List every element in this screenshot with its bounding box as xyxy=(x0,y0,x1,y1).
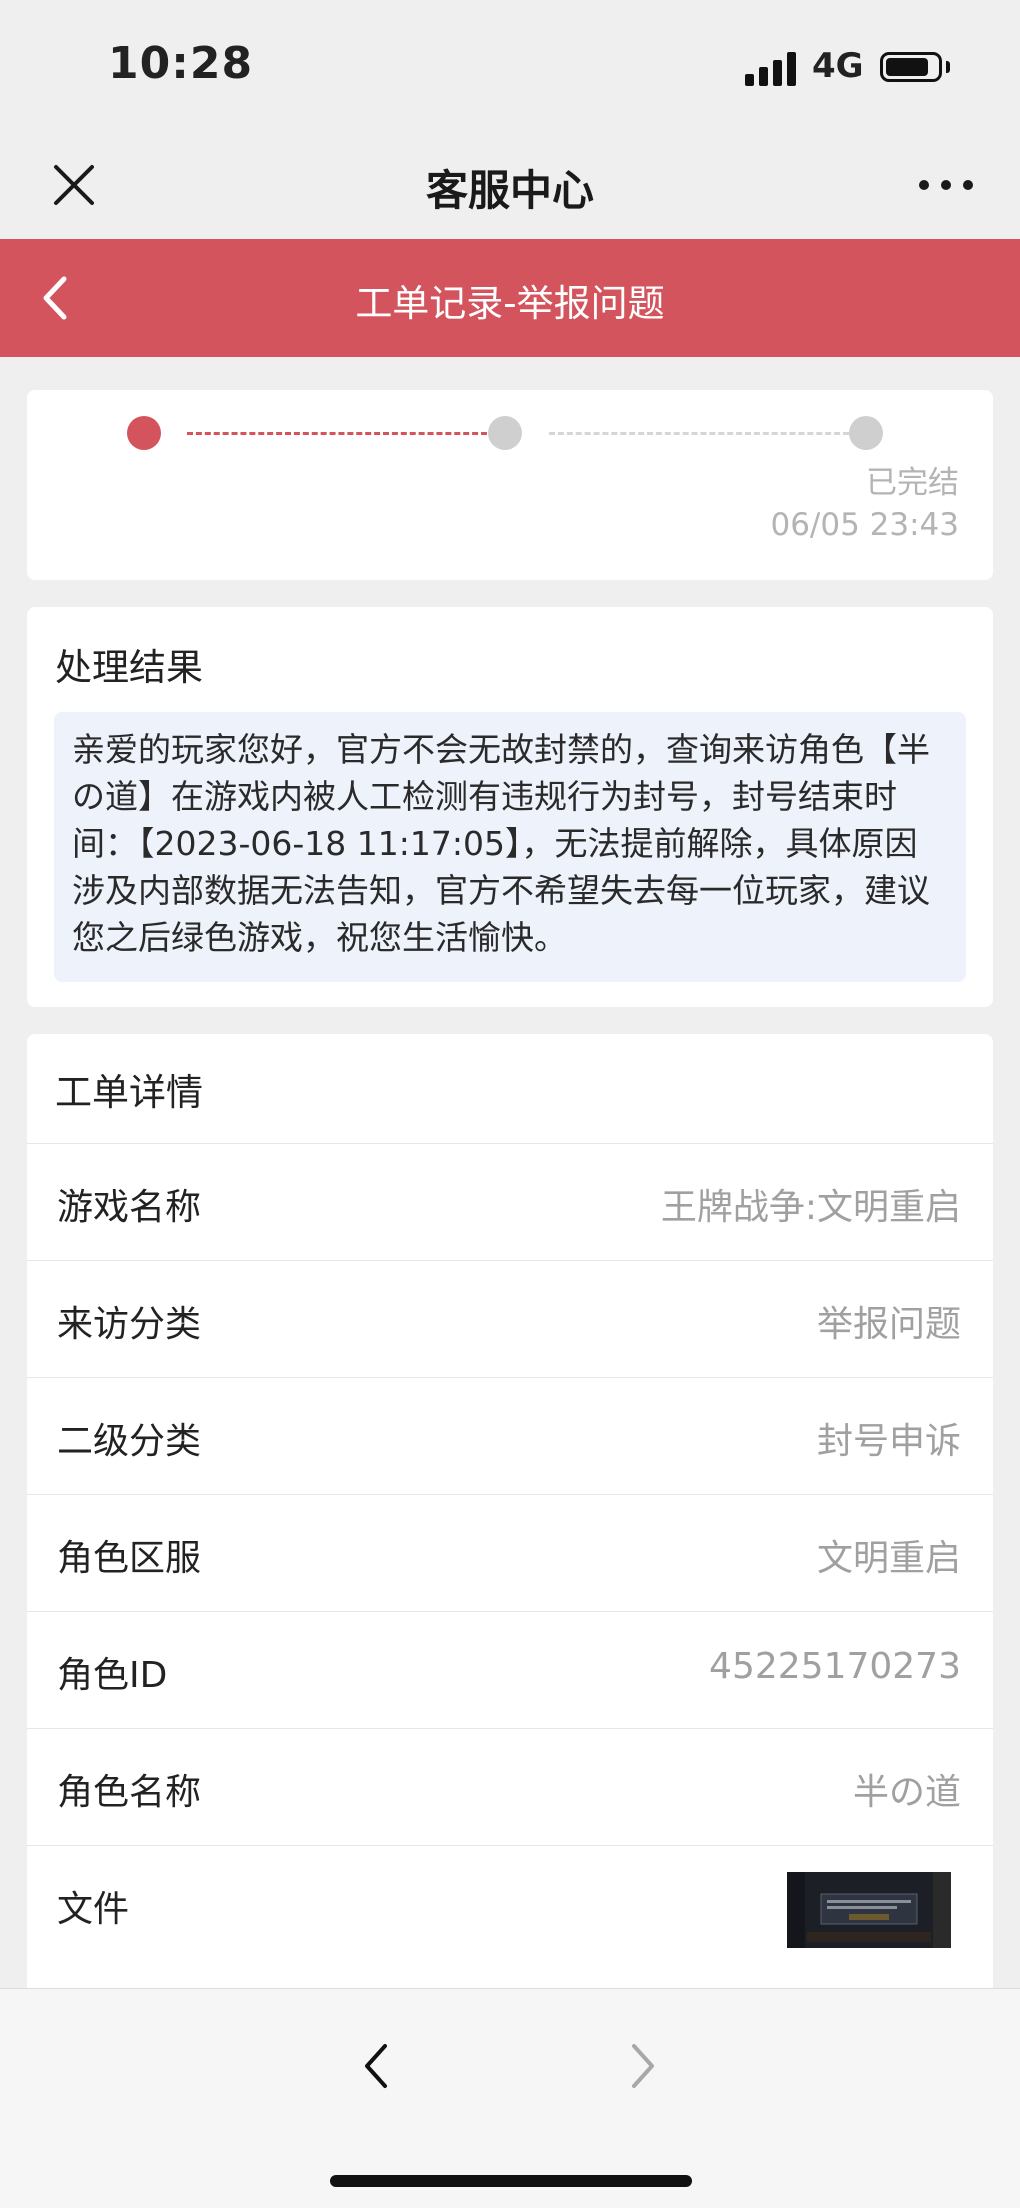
progress-card: 已完结 06/05 23:43 xyxy=(27,390,993,580)
detail-row-server: 角色区服 文明重启 xyxy=(27,1494,993,1611)
progress-line-2 xyxy=(549,432,849,435)
progress-final-status: 已完结 06/05 23:43 xyxy=(770,462,959,546)
progress-step-3 xyxy=(849,416,883,450)
row-label: 游戏名称 xyxy=(57,1187,202,1228)
file-thumbnail[interactable] xyxy=(787,1872,951,1948)
row-label: 角色区服 xyxy=(57,1538,202,1579)
row-value: 王牌战争:文明重启 xyxy=(660,1187,961,1228)
progress-step-2 xyxy=(488,416,522,450)
row-label: 角色名称 xyxy=(57,1772,202,1813)
detail-title: 工单详情 xyxy=(55,1071,203,1114)
row-value: 封号申诉 xyxy=(816,1421,961,1462)
result-card: 处理结果 亲爱的玩家您好，官方不会无故封禁的，查询来访角色【半の道】在游戏内被人… xyxy=(27,607,993,1007)
title-bar: 客服中心 xyxy=(0,135,1020,239)
final-status-time: 06/05 23:43 xyxy=(770,507,959,543)
row-value: 文明重启 xyxy=(816,1538,961,1579)
progress-step-1 xyxy=(127,416,161,450)
row-label: 角色ID xyxy=(57,1655,168,1696)
final-status-label: 已完结 xyxy=(866,465,959,501)
detail-row-role-name: 角色名称 半の道 xyxy=(27,1728,993,1845)
progress-line-1 xyxy=(187,432,487,435)
battery-tip xyxy=(946,61,950,73)
status-bar: 10:28 4G xyxy=(0,0,1020,135)
signal-icon xyxy=(745,52,797,86)
row-label: 二级分类 xyxy=(57,1421,202,1462)
row-label: 来访分类 xyxy=(57,1304,202,1345)
detail-card: 工单详情 游戏名称 王牌战争:文明重启 来访分类 举报问题 二级分类 封号申诉 … xyxy=(27,1034,993,1999)
detail-row-role-id: 角色ID 45225170273 xyxy=(27,1611,993,1728)
detail-row-game-name: 游戏名称 王牌战争:文明重启 xyxy=(27,1143,993,1260)
bottom-toolbar xyxy=(0,1988,1020,2208)
battery-icon xyxy=(880,52,942,82)
page-title: 客服中心 xyxy=(425,166,594,215)
nav-forward-chevron-right-icon[interactable] xyxy=(620,2034,664,2098)
more-dots-icon[interactable] xyxy=(916,170,976,200)
detail-row-category: 来访分类 举报问题 xyxy=(27,1260,993,1377)
network-type: 4G xyxy=(812,46,864,86)
status-time: 10:28 xyxy=(108,38,254,89)
ticket-header-title: 工单记录-举报问题 xyxy=(355,282,665,325)
row-label: 文件 xyxy=(57,1889,130,1930)
detail-row-subcategory: 二级分类 封号申诉 xyxy=(27,1377,993,1494)
detail-row-file: 文件 xyxy=(27,1845,993,1962)
row-value: 举报问题 xyxy=(816,1304,961,1345)
nav-back-chevron-left-icon[interactable] xyxy=(355,2034,399,2098)
ticket-header: 工单记录-举报问题 xyxy=(0,239,1020,357)
result-text: 亲爱的玩家您好，官方不会无故封禁的，查询来访角色【半の道】在游戏内被人工检测有违… xyxy=(54,712,966,982)
home-indicator[interactable] xyxy=(330,2175,692,2187)
result-title: 处理结果 xyxy=(55,646,203,689)
row-value: 半の道 xyxy=(852,1772,961,1813)
row-value: 45225170273 xyxy=(709,1646,961,1687)
